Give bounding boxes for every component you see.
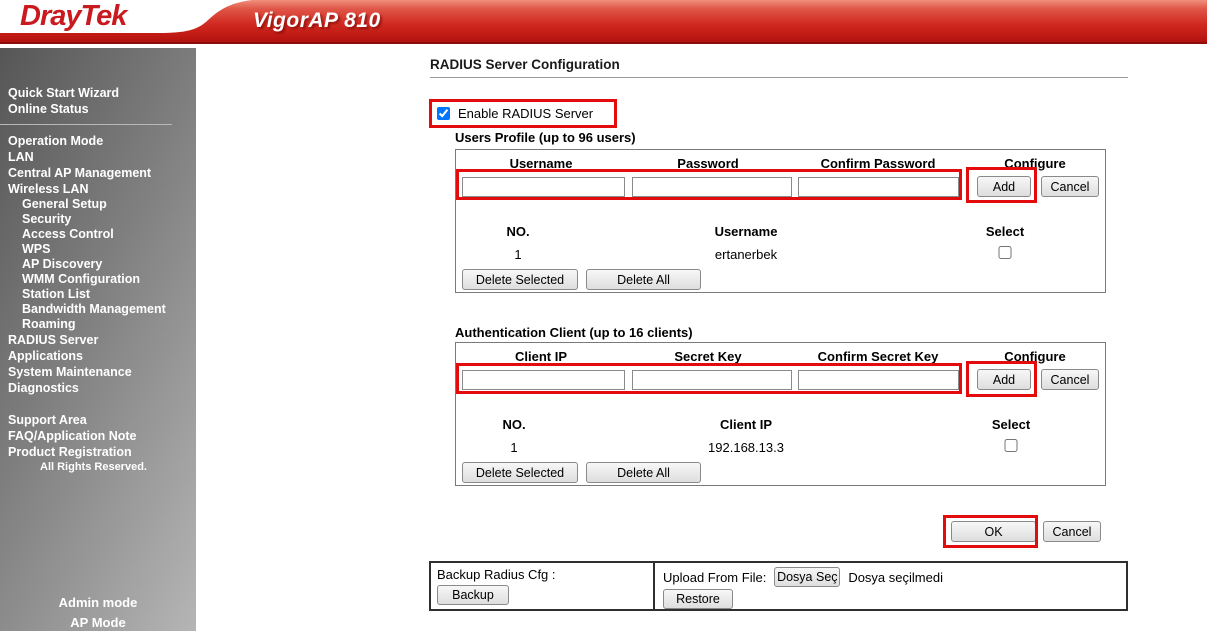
enable-radius-label: Enable RADIUS Server bbox=[458, 106, 593, 121]
enable-radius-row: Enable RADIUS Server bbox=[429, 99, 617, 128]
sidebar-item-wmm-configuration[interactable]: WMM Configuration bbox=[0, 272, 196, 287]
users-col-confirm-password: Confirm Password bbox=[821, 156, 936, 171]
user-row-username: ertanerbek bbox=[715, 247, 777, 262]
sidebar-item-roaming[interactable]: Roaming bbox=[0, 317, 196, 332]
user-row-select-checkbox[interactable] bbox=[999, 246, 1012, 259]
top-banner: DrayTek VigorAP 810 bbox=[0, 0, 1207, 44]
sidebar-item-applications[interactable]: Applications bbox=[0, 348, 196, 364]
users-profile-section-label: Users Profile (up to 96 users) bbox=[455, 130, 636, 145]
sidebar-item-online-status[interactable]: Online Status bbox=[0, 101, 196, 117]
auth-client-table: Client IP Secret Key Confirm Secret Key … bbox=[455, 342, 1106, 486]
backup-cell: Backup Radius Cfg : Backup bbox=[431, 563, 653, 609]
restore-button[interactable]: Restore bbox=[663, 589, 733, 609]
title-divider bbox=[430, 77, 1128, 78]
no-file-selected-text: Dosya seçilmedi bbox=[848, 570, 943, 585]
users-profile-table: Username Password Confirm Password Confi… bbox=[455, 149, 1106, 293]
draytek-logo: DrayTek bbox=[20, 0, 126, 33]
sidebar-item-lan[interactable]: LAN bbox=[0, 149, 196, 165]
cancel-button[interactable]: Cancel bbox=[1043, 521, 1101, 542]
clients-delete-all-button[interactable]: Delete All bbox=[586, 462, 701, 483]
users-add-button[interactable]: Add bbox=[977, 176, 1031, 197]
backup-label: Backup Radius Cfg : bbox=[437, 567, 647, 582]
clients-list-col-select: Select bbox=[992, 417, 1030, 432]
sidebar-item-bandwidth-management[interactable]: Bandwidth Management bbox=[0, 302, 196, 317]
users-col-configure: Configure bbox=[1004, 156, 1065, 171]
ap-mode-link[interactable]: AP Mode bbox=[0, 615, 196, 630]
sidebar-item-security[interactable]: Security bbox=[0, 212, 196, 227]
ok-button[interactable]: OK bbox=[951, 521, 1036, 542]
clients-list-col-no: NO. bbox=[502, 417, 525, 432]
users-list-col-select: Select bbox=[986, 224, 1024, 239]
confirm-password-input[interactable] bbox=[798, 177, 959, 197]
client-ip-input[interactable] bbox=[462, 370, 625, 390]
username-input[interactable] bbox=[462, 177, 625, 197]
client-row-select-checkbox[interactable] bbox=[1005, 439, 1018, 452]
device-model-title: VigorAP 810 bbox=[253, 9, 381, 33]
admin-mode-link[interactable]: Admin mode bbox=[0, 595, 196, 610]
clients-cancel-button[interactable]: Cancel bbox=[1041, 369, 1099, 390]
sidebar-item-operation-mode[interactable]: Operation Mode bbox=[0, 133, 196, 149]
sidebar-divider bbox=[0, 124, 172, 125]
enable-radius-checkbox[interactable] bbox=[437, 107, 450, 120]
clients-delete-selected-button[interactable]: Delete Selected bbox=[462, 462, 578, 483]
choose-file-button[interactable]: Dosya Seç bbox=[774, 567, 840, 587]
secret-key-input[interactable] bbox=[632, 370, 792, 390]
client-row-number: 1 bbox=[510, 440, 517, 455]
sidebar-item-wps[interactable]: WPS bbox=[0, 242, 196, 257]
sidebar-item-access-control[interactable]: Access Control bbox=[0, 227, 196, 242]
sidebar-item-support-area[interactable]: Support Area bbox=[0, 412, 196, 428]
sidebar-item-general-setup[interactable]: General Setup bbox=[0, 197, 196, 212]
radius-server-config-page: { "header": { "logo": "DrayTek", "model"… bbox=[0, 0, 1207, 631]
clients-col-secret-key: Secret Key bbox=[674, 349, 741, 364]
clients-add-button[interactable]: Add bbox=[977, 369, 1031, 390]
sidebar-item-radius-server[interactable]: RADIUS Server bbox=[0, 332, 196, 348]
sidebar-item-diagnostics[interactable]: Diagnostics bbox=[0, 380, 196, 396]
confirm-secret-key-input[interactable] bbox=[798, 370, 959, 390]
upload-from-file-label: Upload From File: bbox=[663, 570, 766, 585]
users-list-col-no: NO. bbox=[506, 224, 529, 239]
auth-client-section-label: Authentication Client (up to 16 clients) bbox=[455, 325, 693, 340]
sidebar-item-wireless-lan[interactable]: Wireless LAN bbox=[0, 181, 196, 197]
sidebar-item-faq-application-note[interactable]: FAQ/Application Note bbox=[0, 428, 196, 444]
sidebar-item-quick-start-wizard[interactable]: Quick Start Wizard bbox=[0, 85, 196, 101]
banner-swoosh-graphic bbox=[0, 0, 1207, 44]
page-title: RADIUS Server Configuration bbox=[430, 57, 620, 72]
backup-button[interactable]: Backup bbox=[437, 585, 509, 605]
sidebar-copyright-note: All Rights Reserved. bbox=[0, 460, 196, 475]
sidebar-item-product-registration[interactable]: Product Registration bbox=[0, 444, 196, 460]
users-list-col-username: Username bbox=[715, 224, 778, 239]
clients-col-client-ip: Client IP bbox=[515, 349, 567, 364]
sidebar-item-central-ap-management[interactable]: Central AP Management bbox=[0, 165, 196, 181]
users-delete-all-button[interactable]: Delete All bbox=[586, 269, 701, 290]
backup-restore-panel: Backup Radius Cfg : Backup Upload From F… bbox=[429, 561, 1128, 611]
sidebar-menu: Quick Start Wizard Online Status Operati… bbox=[0, 48, 196, 631]
sidebar-item-ap-discovery[interactable]: AP Discovery bbox=[0, 257, 196, 272]
users-col-password: Password bbox=[677, 156, 738, 171]
clients-list-col-client-ip: Client IP bbox=[720, 417, 772, 432]
clients-col-confirm-secret-key: Confirm Secret Key bbox=[818, 349, 939, 364]
password-input[interactable] bbox=[632, 177, 792, 197]
restore-cell: Upload From File: Dosya Seç Dosya seçilm… bbox=[653, 563, 1126, 609]
users-cancel-button[interactable]: Cancel bbox=[1041, 176, 1099, 197]
users-delete-selected-button[interactable]: Delete Selected bbox=[462, 269, 578, 290]
sidebar-item-station-list[interactable]: Station List bbox=[0, 287, 196, 302]
sidebar-item-system-maintenance[interactable]: System Maintenance bbox=[0, 364, 196, 380]
user-row-number: 1 bbox=[514, 247, 521, 262]
users-col-username: Username bbox=[510, 156, 573, 171]
client-row-ip: 192.168.13.3 bbox=[708, 440, 784, 455]
clients-col-configure: Configure bbox=[1004, 349, 1065, 364]
